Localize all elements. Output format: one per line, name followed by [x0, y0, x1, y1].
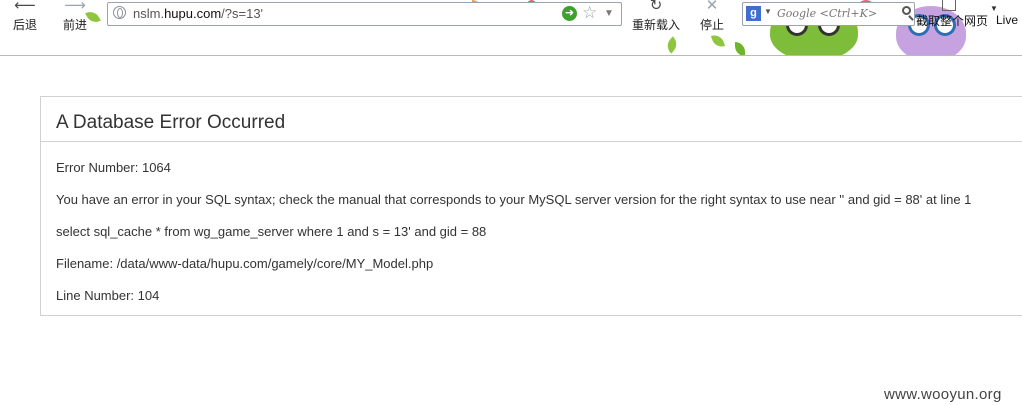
reload-label: 重新载入 [631, 18, 680, 32]
search-box[interactable]: g ▼ [742, 2, 915, 26]
forward-button[interactable]: ⟶ 前进 [50, 0, 100, 33]
live-button[interactable]: Live [996, 13, 1018, 27]
stop-icon: ✕ [705, 0, 719, 14]
search-engine-icon[interactable]: g [746, 6, 761, 21]
back-arrow-icon: ⟵ [14, 0, 36, 14]
screenshot-button[interactable]: 截取整个网页 [916, 0, 989, 29]
screenshot-icon [942, 0, 956, 11]
error-panel: A Database Error Occurred Error Number: … [40, 96, 1022, 316]
stop-label: 停止 [699, 18, 724, 32]
url-domain: hupu.com [164, 6, 222, 21]
url-prefix: nslm. [133, 6, 165, 21]
forward-arrow-icon: ⟶ [64, 0, 86, 14]
stop-button[interactable]: ✕ 停止 [690, 0, 734, 33]
screenshot-dropdown-icon[interactable]: ▼ [990, 4, 998, 13]
search-engine-caret-icon[interactable]: ▼ [764, 7, 772, 16]
error-filename: Filename: /data/www-data/hupu.com/gamely… [56, 256, 434, 271]
error-query: select sql_cache * from wg_game_server w… [56, 224, 487, 239]
error-line-number: Line Number: 104 [56, 288, 160, 303]
back-button[interactable]: ⟵ 后退 [0, 0, 50, 33]
search-input[interactable] [777, 4, 893, 22]
error-message: You have an error in your SQL syntax; ch… [56, 192, 972, 207]
search-icon[interactable] [902, 6, 911, 15]
error-number: Error Number: 1064 [56, 160, 171, 175]
globe-icon [113, 6, 126, 19]
go-icon[interactable]: ➜ [562, 6, 577, 21]
browser-toolbar: ⟵ 后退 ⟶ 前进 nslm.hupu.com/?s=13' ➜ ☆ ▼ ↻ 重… [0, 0, 1022, 56]
url-text[interactable]: nslm.hupu.com/?s=13' [133, 6, 263, 21]
address-bar[interactable]: nslm.hupu.com/?s=13' ➜ ☆ ▼ [107, 2, 622, 26]
back-label: 后退 [12, 18, 37, 32]
url-path: /?s=13' [221, 6, 264, 21]
bookmark-star-icon[interactable]: ☆ [582, 3, 597, 23]
reload-button[interactable]: ↻ 重新载入 [628, 0, 684, 33]
forward-label: 前进 [62, 18, 87, 32]
divider [41, 141, 1022, 142]
reload-icon: ↻ [649, 0, 663, 14]
url-dropdown-icon[interactable]: ▼ [604, 5, 614, 23]
error-title: A Database Error Occurred [56, 112, 286, 133]
watermark: www.wooyun.org [884, 386, 1002, 403]
screenshot-label: 截取整个网页 [916, 14, 989, 28]
